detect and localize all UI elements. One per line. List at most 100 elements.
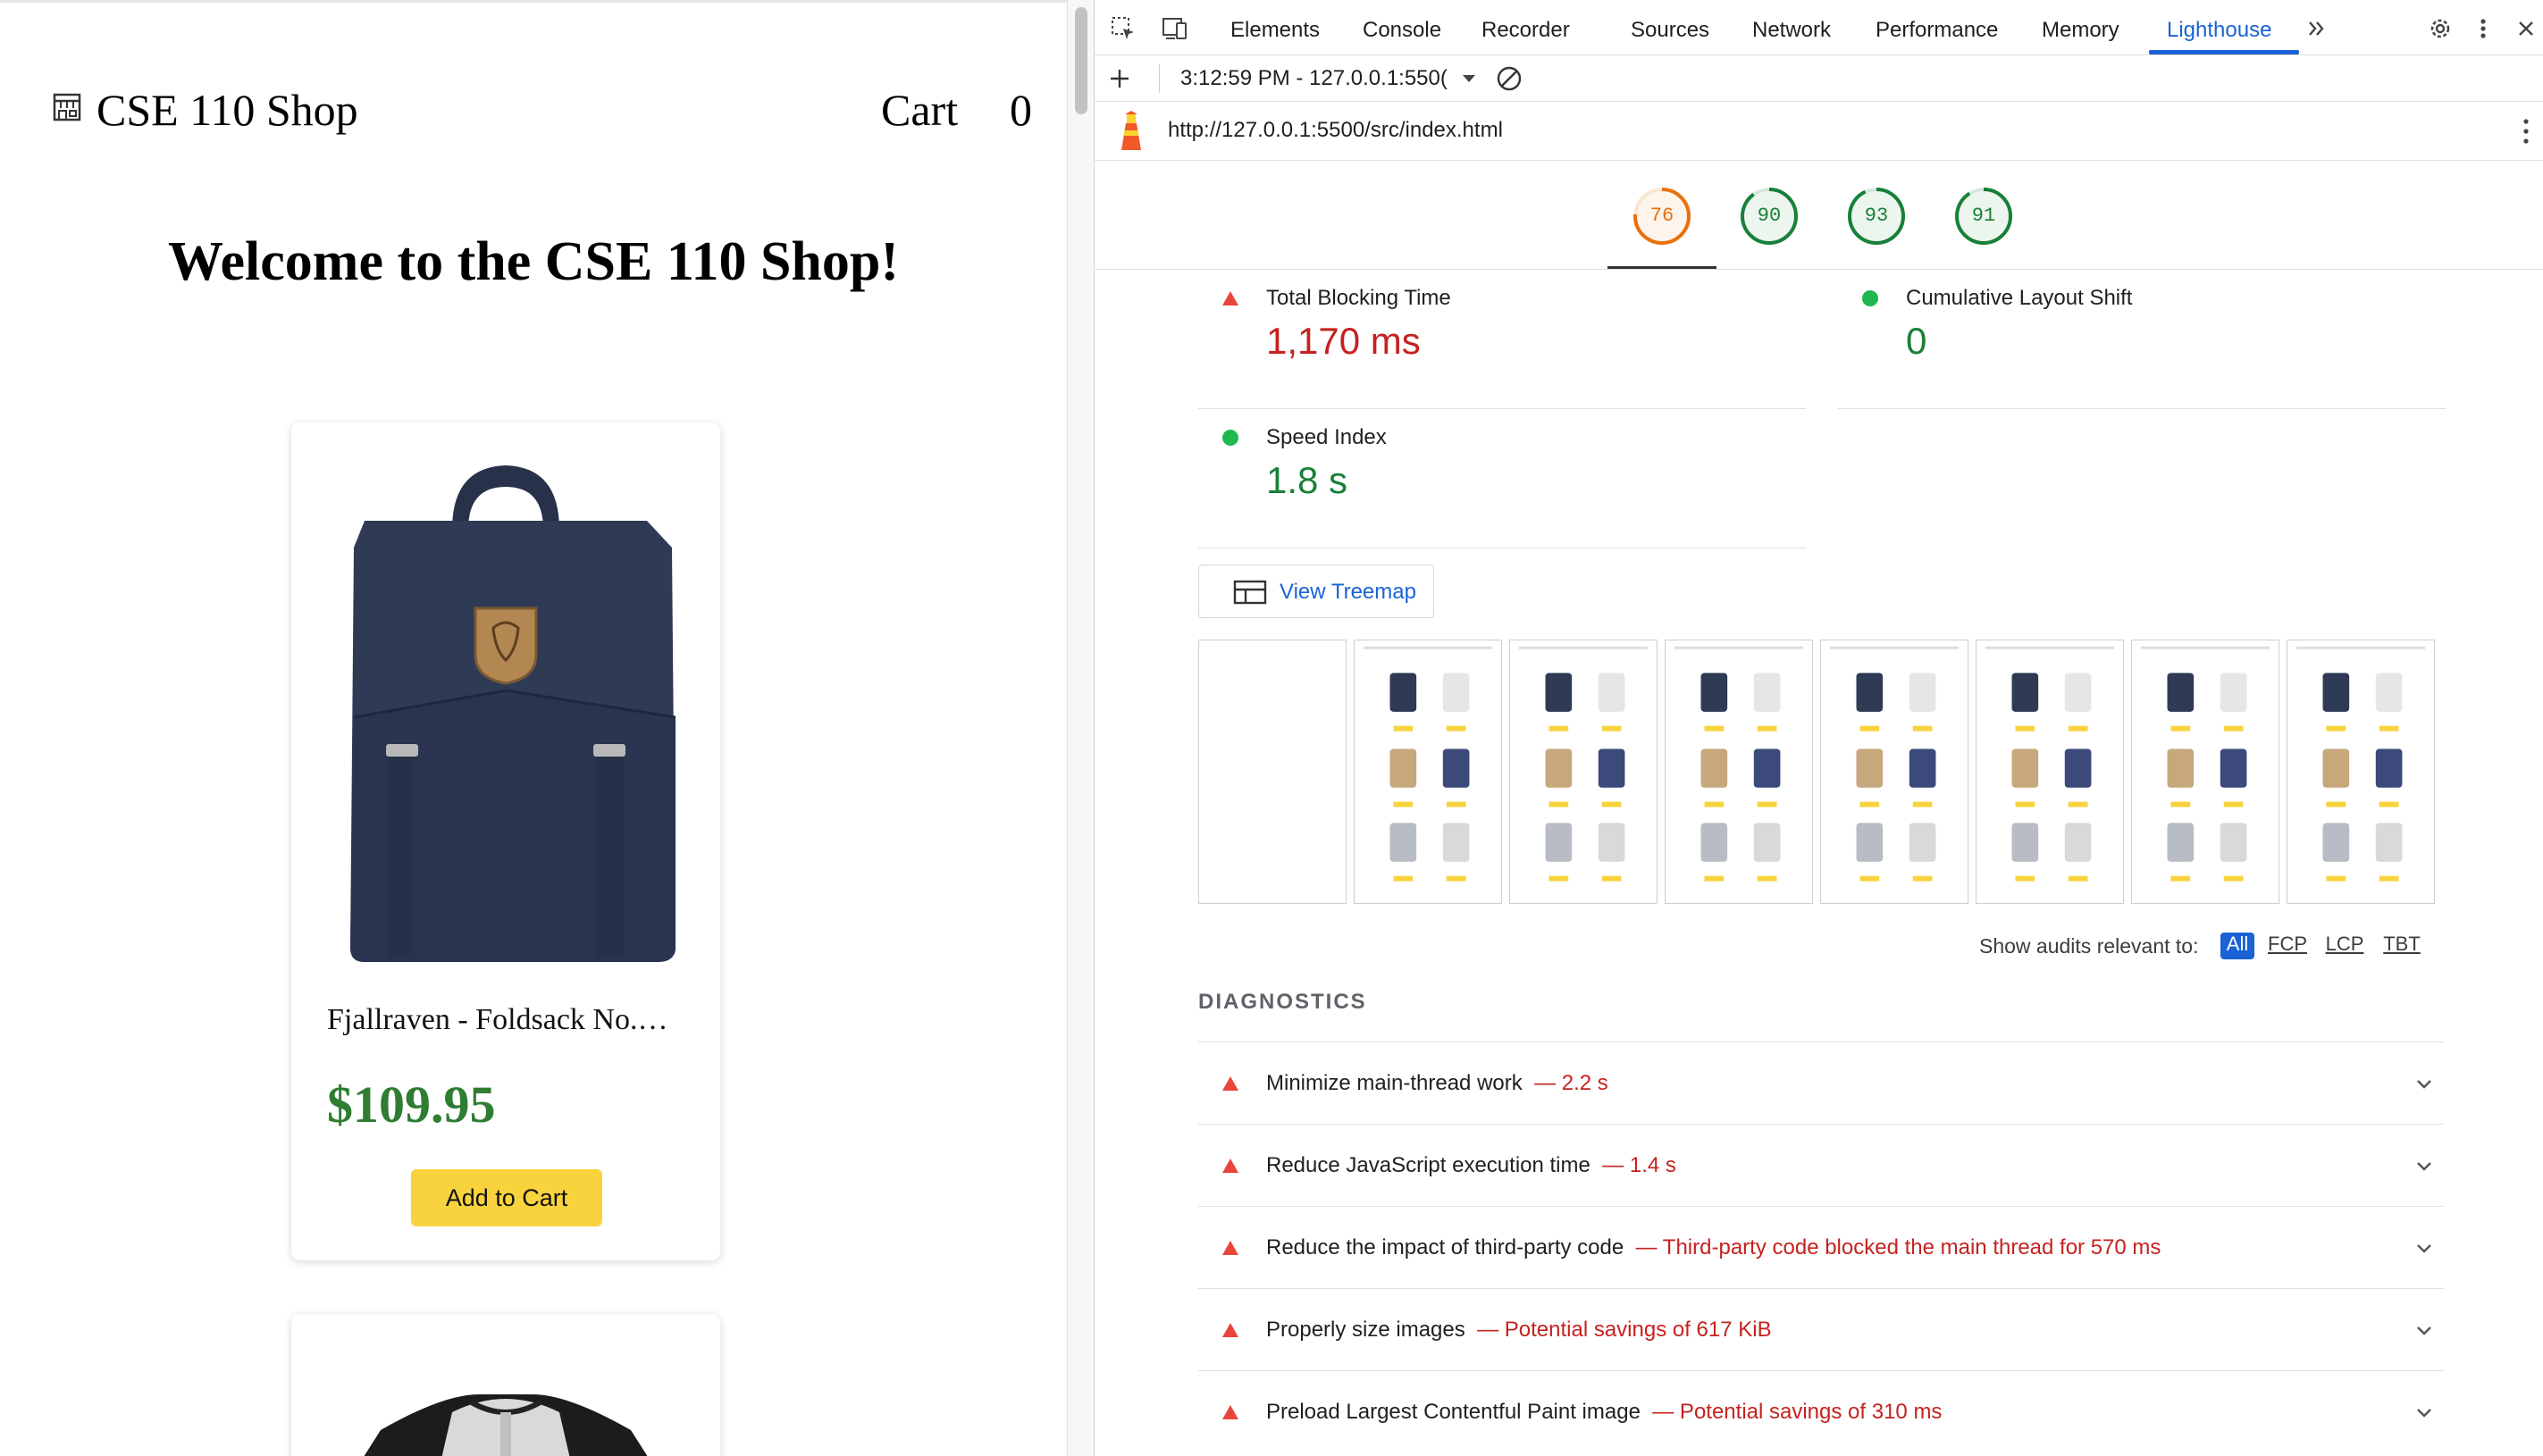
kebab-menu-icon[interactable] <box>2469 14 2497 43</box>
fail-triangle-icon <box>1222 1323 1238 1337</box>
thumbnail-button <box>2379 875 2399 882</box>
thumbnail-product <box>1753 673 1781 712</box>
view-treemap-label: View Treemap <box>1280 580 1416 604</box>
thumbnail-button <box>2015 801 2035 807</box>
metric-total-blocking-time: Total Blocking Time 1,170 ms <box>1198 270 1806 409</box>
treemap-icon <box>1233 580 1267 605</box>
page-thumbnail <box>1518 646 1649 882</box>
thumbnail-button <box>1859 875 1880 882</box>
filmstrip-frame <box>1509 640 1658 904</box>
thumbnail-product <box>1753 749 1781 788</box>
report-selector[interactable]: 3:12:59 PM - 127.0.0.1:550( <box>1180 66 1448 91</box>
performance-score-gauge[interactable]: 76 <box>1632 186 1692 247</box>
diagnostic-item[interactable]: Reduce JavaScript execution time — 1.4 s <box>1198 1124 2444 1206</box>
diagnostic-item[interactable]: Minimize main-thread work — 2.2 s <box>1198 1042 2444 1124</box>
report-url: http://127.0.0.1:5500/src/index.html <box>1168 118 1503 142</box>
tab-elements[interactable]: Elements <box>1230 18 1320 43</box>
thumbnail-button <box>1912 801 1933 807</box>
diagnostic-title: Properly size images <box>1266 1318 1465 1342</box>
thumbnail-product <box>2220 749 2247 788</box>
diagnostic-detail: — 2.2 s <box>1534 1071 1608 1095</box>
chevron-down-icon[interactable] <box>2413 1073 2435 1094</box>
tab-network[interactable]: Network <box>1752 18 1831 43</box>
thumbnail-button <box>1704 875 1725 882</box>
seo-score-gauge[interactable]: 91 <box>1953 186 2014 247</box>
url-menu-icon[interactable] <box>2521 116 2531 146</box>
tab-lighthouse[interactable]: Lighthouse <box>2167 18 2271 43</box>
thumbnail-product <box>2375 673 2403 712</box>
best-practices-score-gauge[interactable]: 93 <box>1846 186 1907 247</box>
clear-reports-icon[interactable] <box>1495 64 1523 93</box>
thumbnail-button <box>1912 725 1933 732</box>
filmstrip-frame <box>1820 640 1968 904</box>
chevron-down-icon[interactable] <box>2413 1237 2435 1259</box>
toolbar-divider <box>1159 64 1160 93</box>
shop-title: CSE 110 Shop <box>97 85 358 135</box>
accessibility-score-gauge[interactable]: 90 <box>1739 186 1800 247</box>
thumbnail-button <box>1548 875 1569 882</box>
thumbnail-button <box>1601 725 1622 732</box>
audit-filter: Show audits relevant to: All FCP LCP TBT <box>1979 929 2444 961</box>
diagnostic-title: Reduce JavaScript execution time <box>1266 1153 1590 1177</box>
thumbnail-button <box>1704 801 1725 807</box>
settings-gear-icon[interactable] <box>2426 14 2455 43</box>
dropdown-caret-icon[interactable] <box>1461 73 1477 84</box>
shop-scrollbar[interactable] <box>1067 0 1094 1456</box>
chevron-down-icon[interactable] <box>2413 1319 2435 1341</box>
diagnostic-item[interactable]: Properly size images — Potential savings… <box>1198 1288 2444 1370</box>
filter-fcp-button[interactable]: FCP <box>2265 933 2310 959</box>
thumbnail-button <box>2379 801 2399 807</box>
diagnostic-item[interactable]: Preload Largest Contentful Paint image —… <box>1198 1370 2444 1452</box>
thumbnail-button <box>2326 801 2346 807</box>
page-thumbnail <box>2295 646 2426 882</box>
thumbnail-product <box>1545 823 1573 862</box>
active-tab-indicator <box>2149 50 2299 54</box>
more-tabs-icon[interactable] <box>2303 14 2331 43</box>
thumbnail-product <box>2322 749 2350 788</box>
tab-console[interactable]: Console <box>1363 18 1441 43</box>
thumbnail-product <box>1442 749 1470 788</box>
device-toolbar-icon[interactable] <box>1161 14 1189 43</box>
chevron-down-icon[interactable] <box>2413 1155 2435 1176</box>
new-report-plus-icon[interactable] <box>1107 66 1132 91</box>
store-icon <box>53 93 81 121</box>
filter-lcp-button[interactable]: LCP <box>2322 933 2367 959</box>
cart-label[interactable]: Cart <box>881 85 958 135</box>
score-value: 91 <box>1971 205 1996 227</box>
thumbnail-button <box>1704 725 1725 732</box>
chevron-down-icon[interactable] <box>2413 1402 2435 1423</box>
tab-memory[interactable]: Memory <box>2042 18 2119 43</box>
close-icon[interactable] <box>2512 14 2540 43</box>
add-to-cart-button[interactable]: Add to Cart <box>411 1169 602 1226</box>
fail-triangle-icon <box>1222 1159 1238 1173</box>
thumbnail-button <box>2223 875 2244 882</box>
thumbnail-button <box>1446 875 1466 882</box>
thumbnail-button <box>2015 875 2035 882</box>
page-thumbnail <box>1363 646 1493 882</box>
thumbnail-product <box>1700 673 1728 712</box>
product-name: Fjallraven - Foldsack No.… <box>327 1003 668 1036</box>
inspect-element-icon[interactable] <box>1109 14 1137 43</box>
tab-performance[interactable]: Performance <box>1876 18 1998 43</box>
diagnostic-item[interactable]: Reduce the impact of third-party code — … <box>1198 1206 2444 1288</box>
tab-sources[interactable]: Sources <box>1631 18 1709 43</box>
score-value: 90 <box>1757 205 1782 227</box>
metric-title: Total Blocking Time <box>1266 286 1451 310</box>
fail-triangle-icon <box>1222 1076 1238 1091</box>
shop-scroll-thumb[interactable] <box>1075 7 1087 114</box>
welcome-heading: Welcome to the CSE 110 Shop! <box>167 231 900 292</box>
thumbnail-button <box>1601 801 1622 807</box>
report-url-bar: http://127.0.0.1:5500/src/index.html <box>1095 102 2543 161</box>
filter-all-button[interactable]: All <box>2220 933 2254 959</box>
thumbnail-button <box>1601 875 1622 882</box>
product-card <box>291 1314 720 1456</box>
tab-recorder[interactable]: Recorder <box>1481 18 1570 43</box>
metric-speed-index: Speed Index 1.8 s <box>1198 409 1806 548</box>
thumbnail-button <box>2170 875 2191 882</box>
thumbnail-product <box>1545 673 1573 712</box>
fail-triangle-icon <box>1222 291 1238 305</box>
view-treemap-button[interactable]: View Treemap <box>1198 565 1434 618</box>
thumbnail-button <box>1446 801 1466 807</box>
filter-tbt-button[interactable]: TBT <box>2379 933 2424 959</box>
thumbnail-product <box>1856 749 1884 788</box>
